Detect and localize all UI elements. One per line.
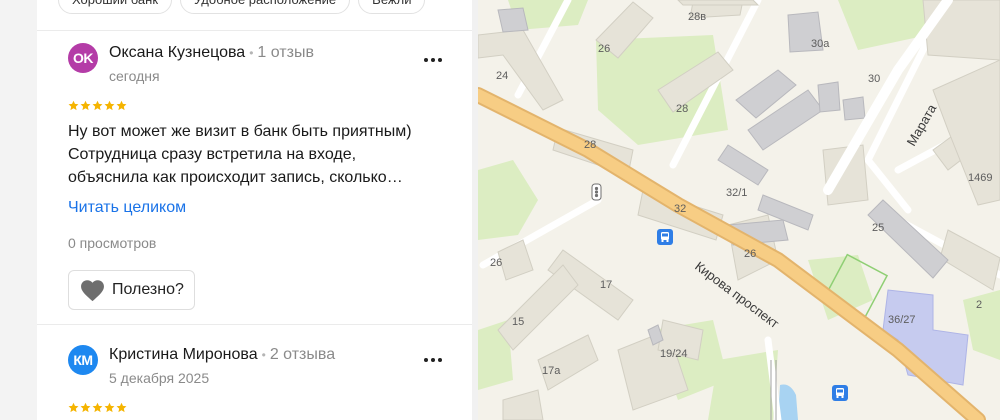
review-text: Ну вот может же визит в банк быть приятн…: [68, 120, 468, 189]
divider: [37, 324, 478, 325]
house-number: 17а: [542, 365, 561, 377]
house-number: 32/1: [726, 187, 747, 199]
author-review-count: 1 отзыв: [257, 44, 314, 61]
star-icon: [116, 100, 127, 111]
review-date: 5 декабря 2025: [109, 370, 210, 386]
house-number: 36/27: [888, 314, 916, 326]
house-number: 26: [490, 257, 502, 269]
panel-gutter: [0, 0, 37, 420]
star-icon: [80, 100, 91, 111]
filter-tag-convenient-location[interactable]: Удобное расположение: [180, 0, 351, 14]
star-icon: [68, 100, 79, 111]
house-number: 25: [872, 222, 884, 234]
review-text-line: объяснила как происходит запись, сколько…: [68, 169, 403, 186]
heart-icon: [81, 280, 104, 302]
read-more-link[interactable]: Читать целиком: [68, 199, 186, 217]
house-number: 24: [496, 70, 508, 82]
house-number: 30: [868, 73, 880, 85]
star-icon: [92, 100, 103, 111]
filter-tags: Хороший банк Удобное расположение Вежли: [58, 0, 426, 14]
review-text-line: Сотрудница сразу встретила на входе,: [68, 146, 357, 163]
review-card: КМ Кристина Миронова • 2 отзыва 5 декабря …: [37, 331, 478, 420]
separator-dot: •: [261, 348, 266, 362]
review-text-line: Ну вот может же визит в банк быть приятн…: [68, 123, 412, 140]
author-name[interactable]: Оксана Кузнецова: [109, 44, 245, 61]
house-number: 28: [584, 139, 596, 151]
star-icon: [92, 402, 103, 413]
star-icon: [104, 100, 115, 111]
house-number: 30а: [811, 38, 830, 50]
house-number: 26: [598, 43, 610, 55]
filter-tag-good-bank[interactable]: Хороший банк: [58, 0, 173, 14]
bus-stop-icon[interactable]: [832, 385, 848, 401]
house-number: 28: [676, 103, 688, 115]
rating-stars: [68, 402, 127, 413]
more-options-button[interactable]: [421, 50, 445, 70]
star-icon: [68, 402, 79, 413]
house-number: 1469: [968, 172, 992, 184]
avatar[interactable]: КМ: [68, 345, 98, 375]
map-view[interactable]: 28в 26 24 30а 30 28 32/1 28 1469 32 25 2…: [478, 0, 1000, 420]
star-icon: [116, 402, 127, 413]
star-icon: [104, 402, 115, 413]
filter-tag-polite[interactable]: Вежли: [358, 0, 426, 14]
house-number: 17: [600, 279, 612, 291]
author-line: Кристина Миронова • 2 отзыва: [109, 346, 335, 364]
house-number: 28в: [688, 11, 706, 23]
house-number: 26: [744, 248, 756, 260]
useful-button[interactable]: Полезно?: [68, 270, 195, 310]
house-number: 2: [976, 299, 982, 311]
review-card: OK Оксана Кузнецова • 1 отзыв сегодня Ну в…: [37, 31, 478, 321]
rating-stars: [68, 100, 127, 111]
house-number: 32: [674, 203, 686, 215]
star-icon: [80, 402, 91, 413]
house-number: 19/24: [660, 348, 688, 360]
bus-stop-icon[interactable]: [657, 229, 673, 245]
useful-label: Полезно?: [112, 281, 184, 298]
avatar[interactable]: OK: [68, 43, 98, 73]
house-number: 15: [512, 316, 524, 328]
review-date: сегодня: [109, 68, 160, 84]
author-name[interactable]: Кристина Миронова: [109, 346, 258, 363]
traffic-light-icon[interactable]: [591, 183, 602, 201]
more-options-button[interactable]: [421, 350, 445, 370]
reviews-panel: Хороший банк Удобное расположение Вежли …: [0, 0, 478, 420]
author-review-count: 2 отзыва: [269, 346, 336, 363]
separator-dot: •: [249, 46, 254, 60]
map-canvas[interactable]: 28в 26 24 30а 30 28 32/1 28 1469 32 25 2…: [478, 0, 1000, 420]
author-line: Оксана Кузнецова • 1 отзыв: [109, 44, 314, 62]
views-count: 0 просмотров: [68, 235, 157, 251]
